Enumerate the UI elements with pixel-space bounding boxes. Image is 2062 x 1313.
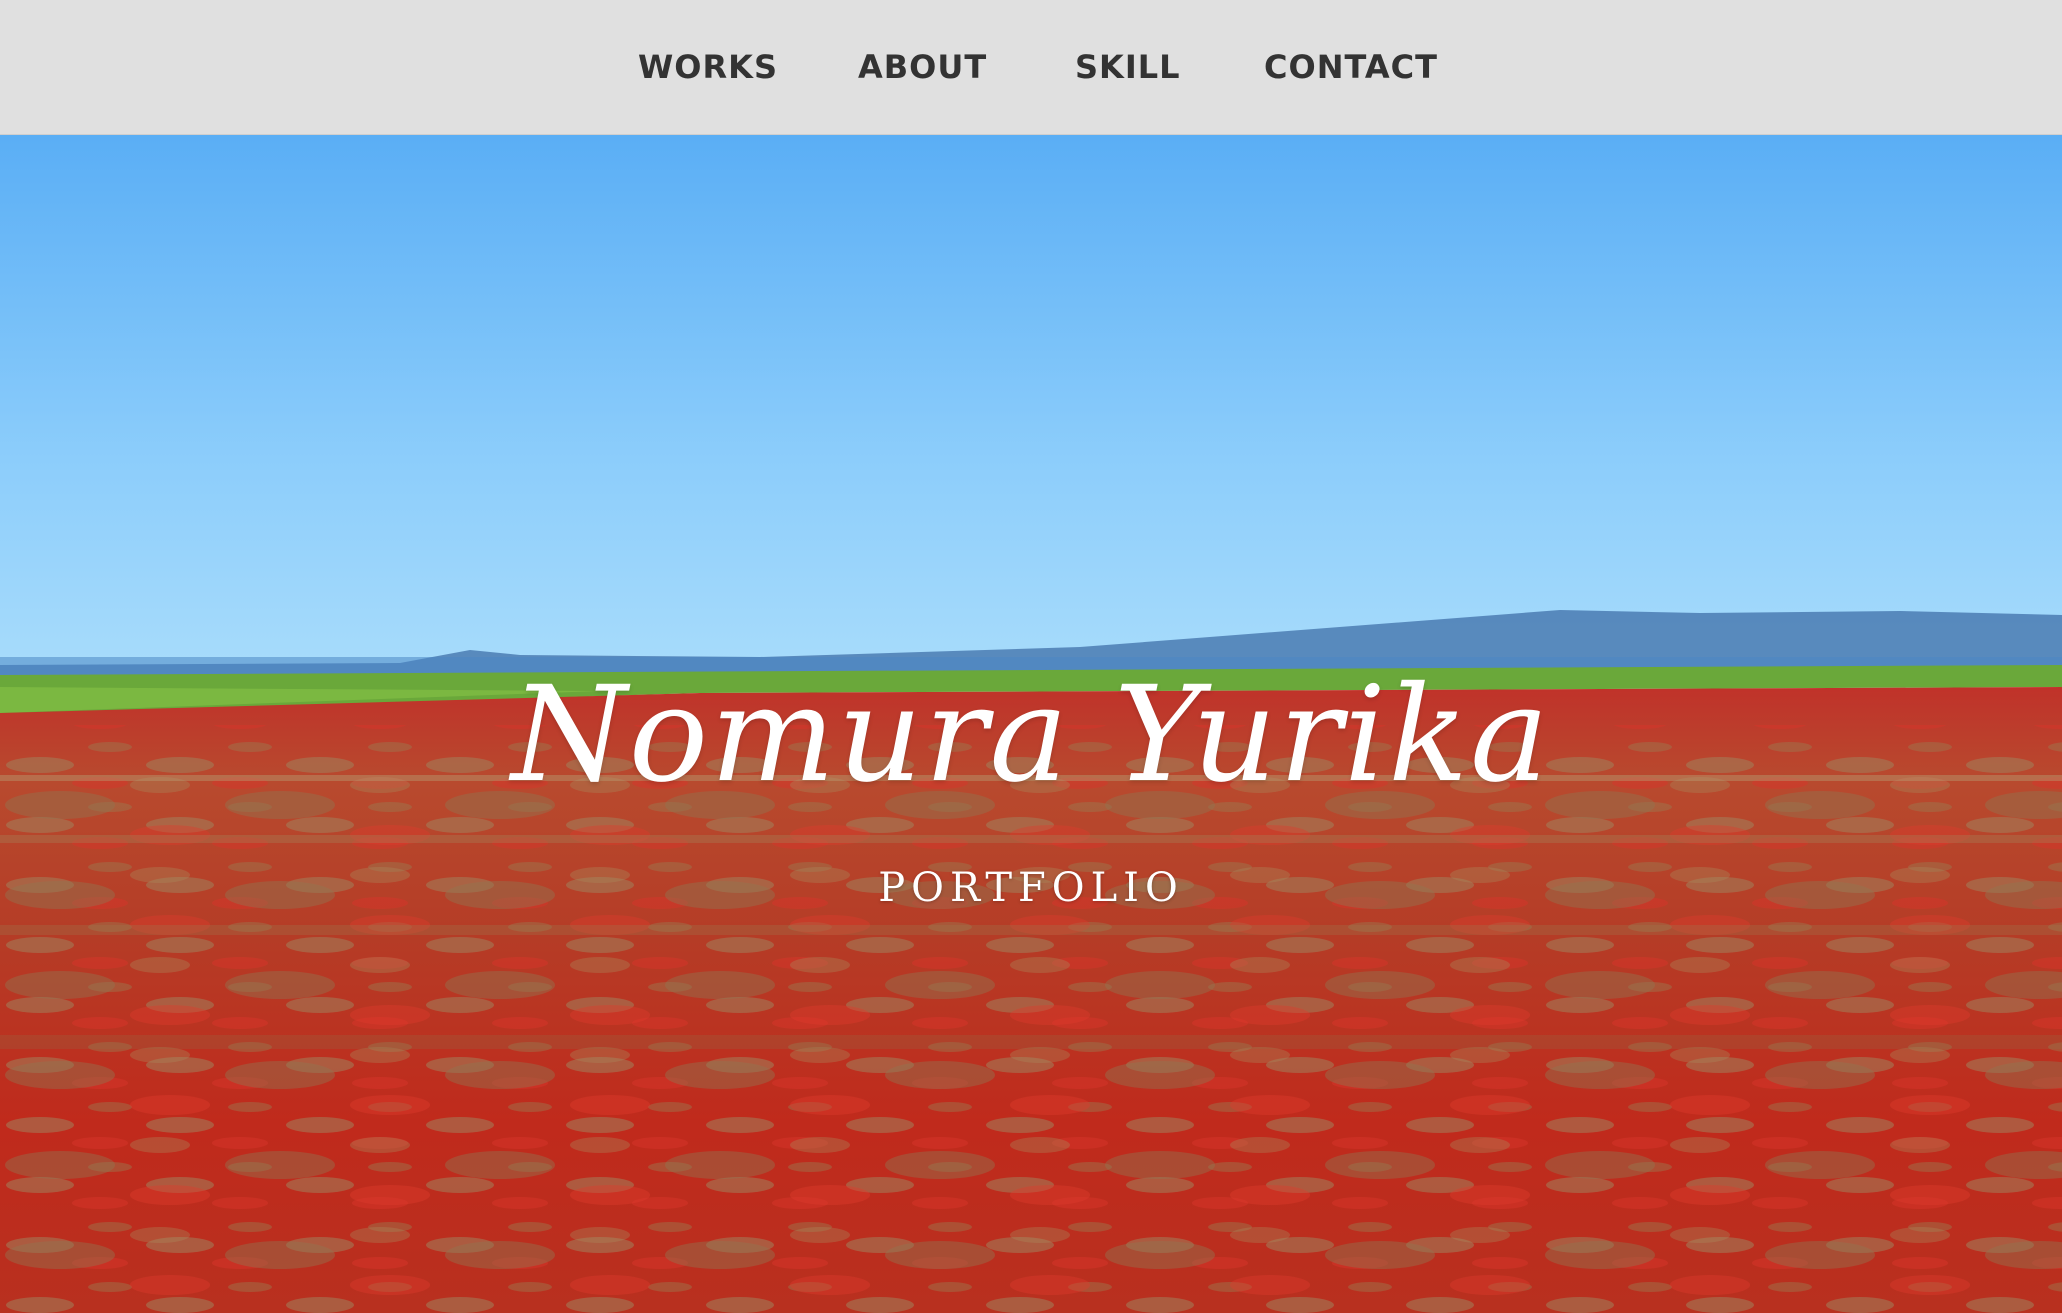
hero-subtitle: PORTFOLIO xyxy=(878,865,1184,911)
hero-title: Nomura Yurika xyxy=(511,658,1551,812)
top-navigation: WORKS ABOUT SKILL CONTACT xyxy=(0,0,2062,135)
nav-item-contact: CONTACT xyxy=(1264,0,1438,134)
nav-item-works: WORKS xyxy=(638,0,778,134)
nav-list: WORKS ABOUT SKILL CONTACT xyxy=(0,0,2062,134)
page: WORKS ABOUT SKILL CONTACT Nomura Yurika … xyxy=(0,0,2062,1313)
nav-item-skill: SKILL xyxy=(1075,0,1181,134)
nav-item-about: ABOUT xyxy=(858,0,987,134)
nav-link-works[interactable]: WORKS xyxy=(638,48,778,86)
hero-section: Nomura Yurika PORTFOLIO xyxy=(0,135,2062,1313)
nav-link-skill[interactable]: SKILL xyxy=(1075,48,1181,86)
nav-link-contact[interactable]: CONTACT xyxy=(1264,48,1438,86)
nav-link-about[interactable]: ABOUT xyxy=(858,48,987,86)
